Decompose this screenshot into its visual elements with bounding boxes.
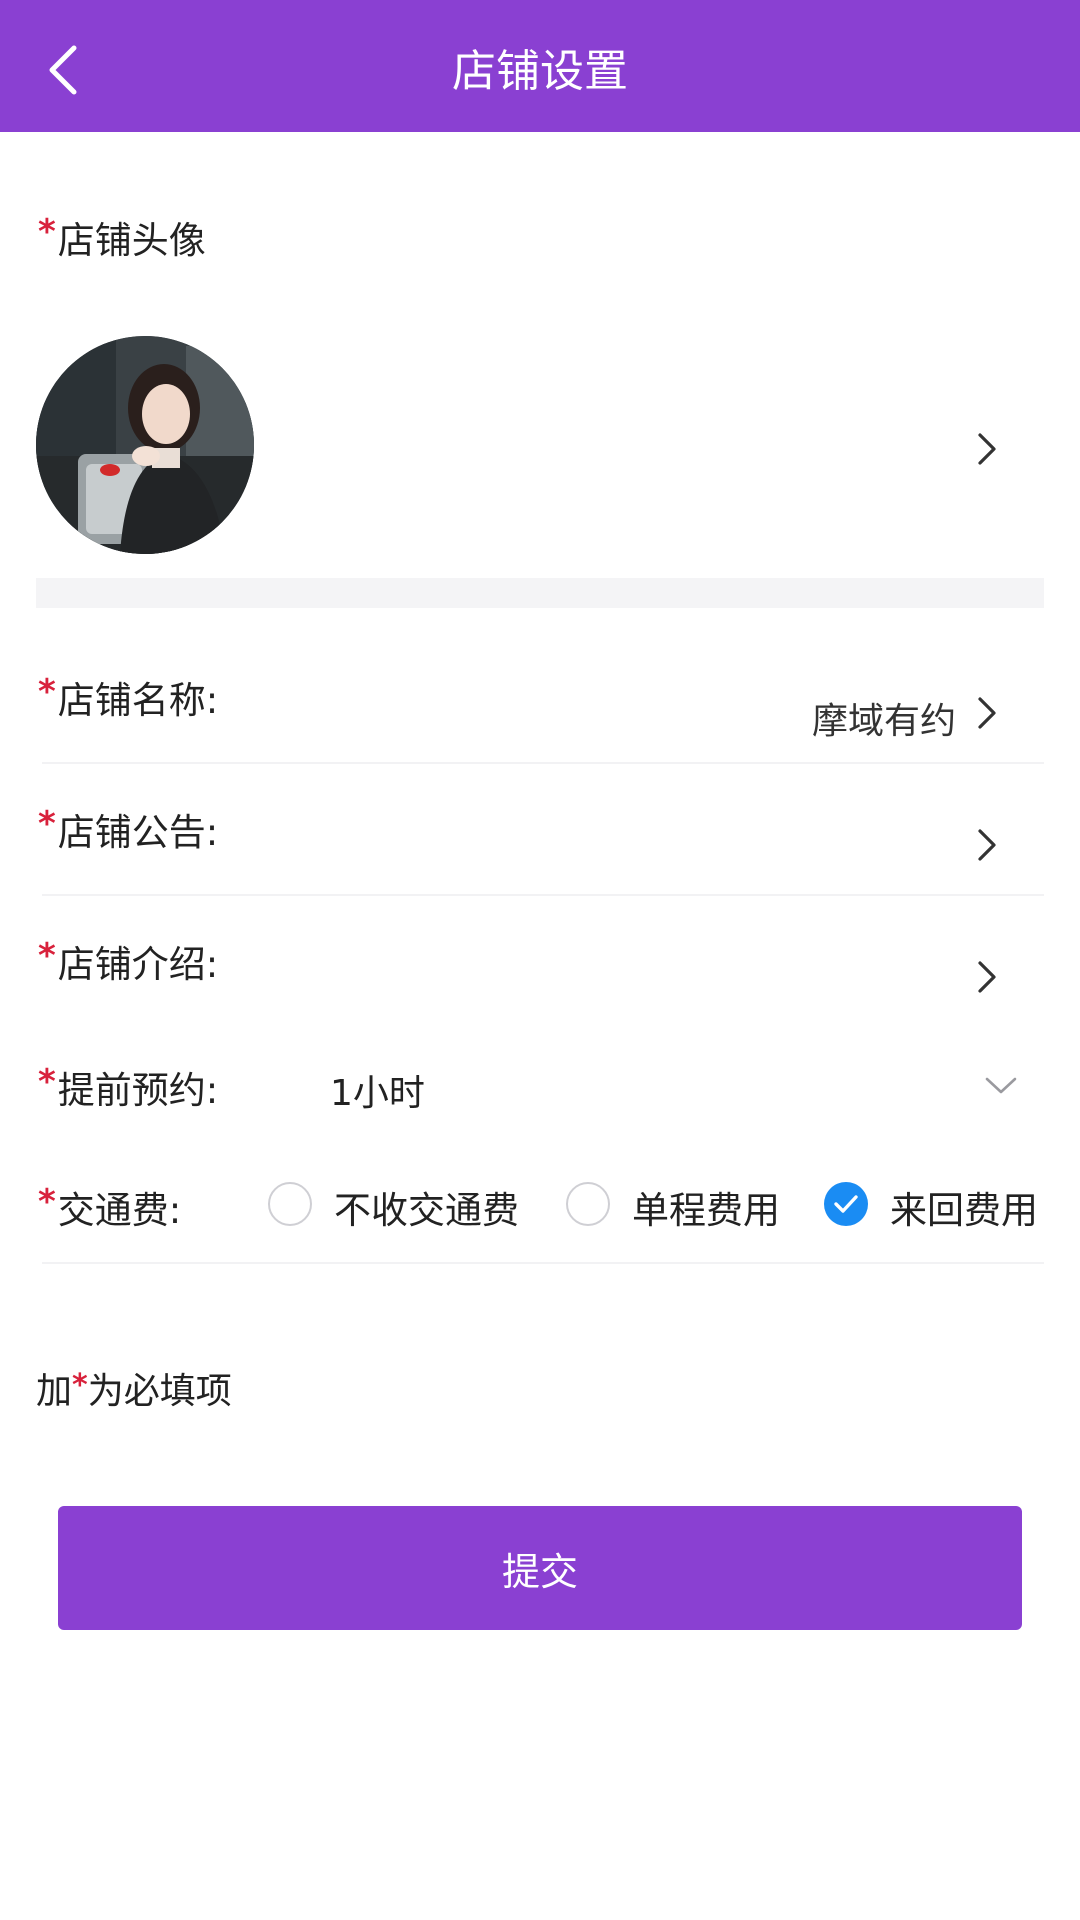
advance-booking-label: *提前预约: [38,1062,219,1112]
chevron-right-icon [978,829,996,861]
shop-notice-row[interactable]: *店铺公告: [0,782,1080,892]
transport-fee-label: *交通费: [38,1182,182,1232]
shop-avatar[interactable] [36,336,254,554]
divider [42,762,1044,764]
shop-notice-label: *店铺公告: [38,804,219,854]
radio-one-way-label[interactable]: 单程费用 [632,1180,780,1234]
avatar-image [36,336,254,554]
divider [42,1262,1044,1264]
chevron-right-icon [978,433,996,465]
chevron-right-icon [978,961,996,993]
radio-round-trip-label[interactable]: 来回费用 [890,1180,1038,1234]
advance-booking-row[interactable]: *提前预约: 1小时 [0,1040,1080,1130]
avatar-row[interactable] [0,320,1080,570]
avatar-label: *店铺头像 [38,212,206,262]
required-mark: * [38,212,56,252]
radio-round-trip[interactable] [824,1182,868,1226]
shop-name-label: *店铺名称: [38,672,219,722]
radio-no-fee-label[interactable]: 不收交通费 [334,1180,519,1234]
required-note: 加*为必填项 [36,1368,232,1412]
section-divider [36,578,1044,608]
check-icon [834,1195,858,1213]
radio-one-way[interactable] [566,1182,610,1226]
radio-no-fee[interactable] [268,1182,312,1226]
chevron-right-icon [978,697,996,729]
advance-booking-select[interactable]: 1小时 [330,1064,425,1116]
page-title: 店铺设置 [452,46,628,97]
divider [42,894,1044,896]
shop-name-value: 摩域有约 [811,701,956,742]
submit-button[interactable]: 提交 [58,1506,1022,1630]
shop-intro-label: *店铺介绍: [38,936,219,986]
transport-fee-row: *交通费: 不收交通费 单程费用 来回费用 [0,1160,1080,1260]
top-nav-bar: 店铺设置 [0,0,1080,132]
shop-name-row[interactable]: *店铺名称: 摩域有约 [0,650,1080,760]
shop-intro-row[interactable]: *店铺介绍: [0,914,1080,1024]
chevron-down-icon [985,1077,1017,1094]
